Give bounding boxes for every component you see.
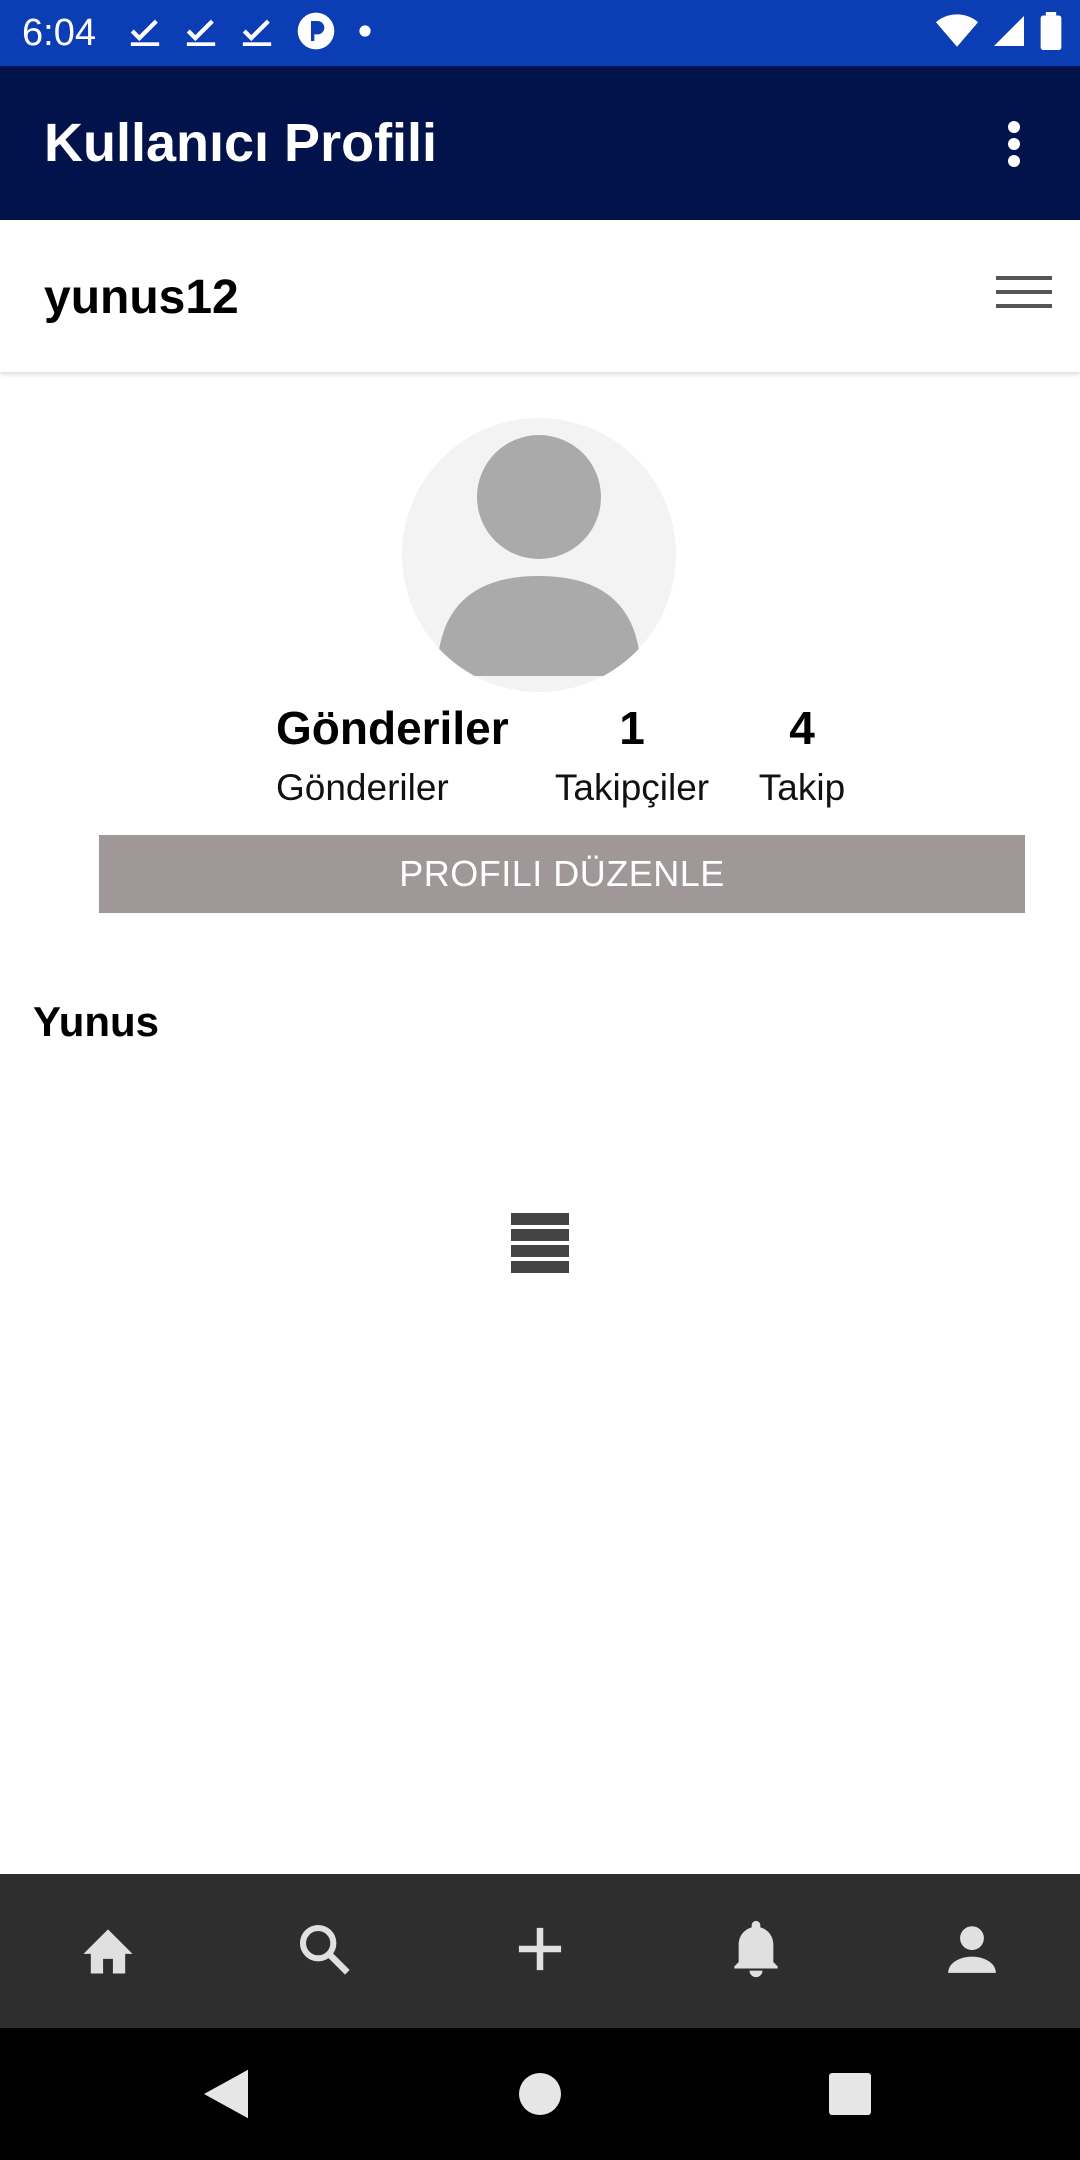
search-icon	[299, 1924, 350, 1975]
menu-icon-line	[996, 276, 1052, 280]
list-icon-bar	[511, 1229, 569, 1241]
following-count: 4	[789, 702, 815, 754]
dot-icon	[358, 24, 372, 43]
nav-add-button[interactable]	[505, 1914, 575, 1984]
list-view-icon[interactable]	[511, 1213, 569, 1273]
profile-toolbar: yunus12	[0, 220, 1080, 372]
nav-home-button[interactable]	[73, 1914, 143, 1984]
check-icon	[184, 14, 218, 53]
status-system-icons	[936, 11, 1062, 55]
edit-profile-button[interactable]: PROFILI DÜZENLE	[99, 835, 1025, 913]
nav-profile-button[interactable]	[937, 1914, 1007, 1984]
nav-notifications-button[interactable]	[721, 1914, 791, 1984]
circle-app-icon	[296, 11, 336, 56]
add-icon	[518, 1927, 562, 1971]
app-bar: Kullanıcı Profili	[0, 66, 1080, 220]
system-back-button[interactable]	[196, 2064, 256, 2124]
person-placeholder-icon	[437, 435, 641, 676]
posts-label: Gönderiler	[276, 767, 449, 808]
menu-icon-line	[996, 290, 1052, 294]
status-bar: 6:04	[0, 0, 1080, 66]
options-menu-button[interactable]	[994, 272, 1054, 320]
overflow-menu-button[interactable]	[984, 114, 1044, 174]
more-vert-icon	[1008, 121, 1020, 167]
signal-icon	[990, 13, 1028, 54]
system-home-button[interactable]	[510, 2064, 570, 2124]
home-circle-icon	[519, 2073, 561, 2115]
list-icon-bar	[511, 1261, 569, 1273]
followers-label: Takipçiler	[554, 767, 710, 808]
system-navigation-bar	[0, 2028, 1080, 2160]
battery-icon	[1040, 11, 1062, 55]
posts-count: Gönderiler	[276, 702, 509, 754]
status-time: 6:04	[22, 12, 96, 54]
list-icon-bar	[511, 1213, 569, 1225]
wifi-icon	[936, 13, 978, 54]
home-icon	[83, 1929, 133, 1974]
back-icon	[204, 2069, 248, 2119]
followers-count: 1	[619, 702, 645, 754]
profile-username: yunus12	[44, 271, 239, 324]
nav-search-button[interactable]	[289, 1914, 359, 1984]
following-stat[interactable]: 4 Takip	[756, 700, 848, 811]
status-notification-icons	[128, 12, 372, 54]
check-icon	[128, 14, 162, 53]
app-bar-title: Kullanıcı Profili	[44, 113, 438, 173]
recents-icon	[829, 2073, 871, 2115]
check-icon	[240, 14, 274, 53]
notifications-icon	[734, 1920, 778, 1978]
bottom-navigation	[0, 1874, 1080, 2028]
followers-stat[interactable]: 1 Takipçiler	[550, 700, 714, 811]
profile-avatar[interactable]	[402, 418, 676, 692]
following-label: Takip	[758, 767, 846, 808]
list-icon-bar	[511, 1245, 569, 1257]
profile-display-name: Yunus	[33, 998, 160, 1045]
system-recents-button[interactable]	[820, 2064, 880, 2124]
menu-icon-line	[996, 304, 1052, 308]
person-icon	[948, 1926, 996, 1973]
